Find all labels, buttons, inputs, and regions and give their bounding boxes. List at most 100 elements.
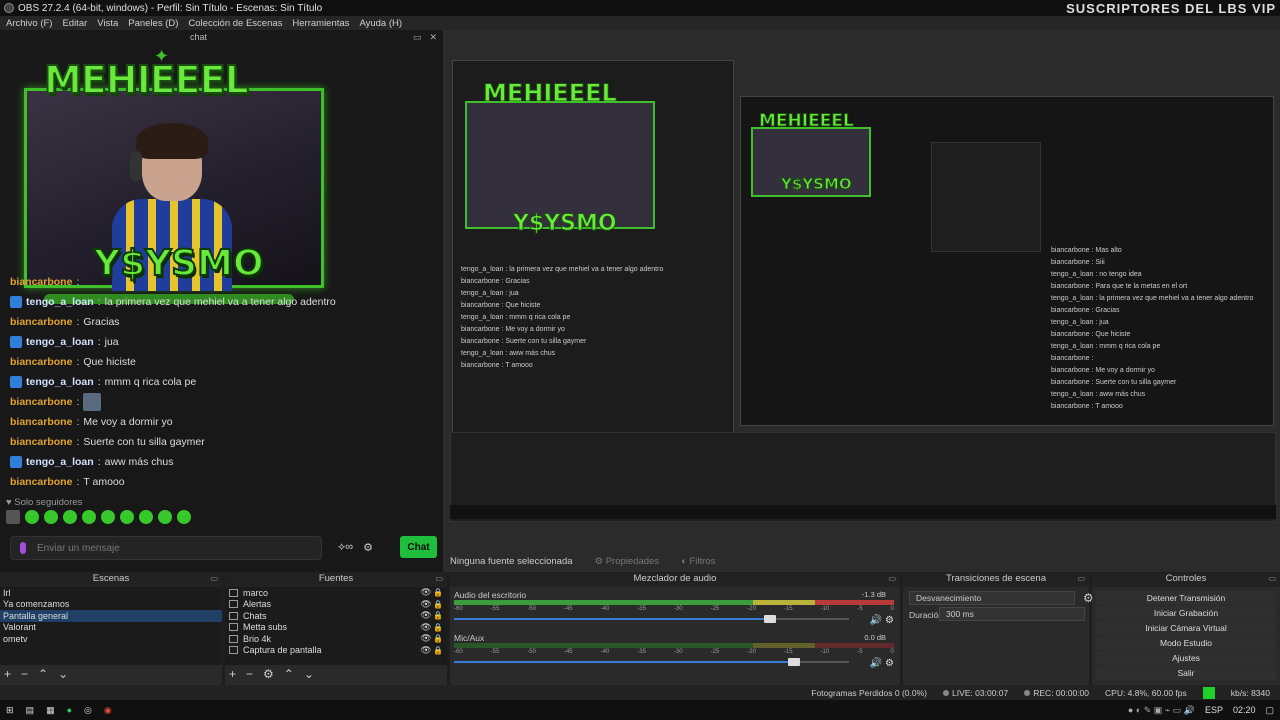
menu-view[interactable]: Vista bbox=[97, 18, 118, 29]
emote-icon[interactable] bbox=[25, 510, 39, 524]
visibility-icon[interactable]: 👁 bbox=[419, 599, 433, 610]
scene-item[interactable]: Ya comenzamos bbox=[0, 599, 222, 611]
menu-docks[interactable]: Paneles (D) bbox=[128, 18, 178, 29]
add-scene-button[interactable]: + bbox=[4, 667, 11, 681]
source-item[interactable]: marco 👁 🔒 bbox=[225, 587, 447, 599]
obs-app-icon bbox=[4, 3, 14, 13]
volume-slider[interactable] bbox=[454, 658, 849, 666]
chat-send-button[interactable]: Chat bbox=[400, 536, 437, 558]
menu-file[interactable]: Archivo (F) bbox=[6, 18, 52, 29]
lock-icon[interactable]: 🔒 bbox=[433, 588, 443, 597]
calendar-icon[interactable]: ▦ bbox=[46, 705, 55, 716]
source-item[interactable]: Metta subs 👁 🔒 bbox=[225, 622, 447, 634]
source-settings-button[interactable]: ⚙ bbox=[263, 667, 274, 681]
start-icon[interactable]: ⊞ bbox=[6, 705, 14, 716]
settings-icon[interactable]: ⚙ bbox=[885, 615, 894, 626]
sources-list: marco 👁 🔒 Alertas 👁 🔒 Chats 👁 🔒 Metta subs 👁 🔒 B… bbox=[225, 587, 447, 665]
menu-help[interactable]: Ayuda (H) bbox=[359, 18, 402, 29]
emote-icon[interactable] bbox=[120, 510, 134, 524]
remove-scene-button[interactable]: − bbox=[21, 667, 28, 681]
bitrate: kb/s: 8340 bbox=[1230, 687, 1270, 698]
lock-icon[interactable]: 🔒 bbox=[433, 600, 443, 609]
transition-select[interactable]: Desvanecimiento bbox=[909, 591, 1075, 605]
chat-tools: ⟡∞ ⚙ bbox=[338, 541, 373, 554]
settings-button[interactable]: Ajustes bbox=[1096, 651, 1276, 665]
notification-icon[interactable]: ▢ bbox=[1265, 705, 1274, 716]
scene-item[interactable]: Valorant bbox=[0, 622, 222, 634]
close-icon[interactable]: ✕ bbox=[429, 32, 437, 43]
emote-row[interactable] bbox=[6, 510, 191, 524]
lock-icon[interactable]: 🔒 bbox=[433, 646, 443, 655]
filters-button[interactable]: ◐ Filtros bbox=[681, 556, 715, 567]
menu-scene-collection[interactable]: Colección de Escenas bbox=[188, 18, 282, 29]
followers-only-label: ♥ Solo seguidores bbox=[6, 497, 83, 508]
spotify-icon[interactable]: ● bbox=[67, 705, 72, 715]
speaker-icon[interactable]: 🔊 bbox=[870, 658, 882, 669]
points-icon[interactable]: ⟡∞ bbox=[338, 541, 353, 554]
remove-source-button[interactable]: − bbox=[246, 667, 253, 681]
studio-mode-button[interactable]: Modo Estudio bbox=[1096, 636, 1276, 650]
tray-icons[interactable]: ● ◐ ✎ ▣ ⌁ ▭ 🔊 bbox=[1128, 705, 1195, 716]
float-icon[interactable]: ▭ bbox=[413, 32, 422, 43]
source-item[interactable]: Brio 4k 👁 🔒 bbox=[225, 633, 447, 645]
emote-icon[interactable] bbox=[139, 510, 153, 524]
settings-icon[interactable]: ⚙ bbox=[363, 541, 373, 554]
move-down-button[interactable]: ⌄ bbox=[304, 667, 314, 681]
leaf-icon: ✦ bbox=[154, 46, 170, 66]
visibility-icon[interactable]: 👁 bbox=[419, 587, 433, 598]
emote-icon[interactable] bbox=[101, 510, 115, 524]
clock[interactable]: 02:20 bbox=[1233, 705, 1256, 715]
properties-button[interactable]: ⚙ Propiedades bbox=[595, 556, 660, 567]
emote-icon[interactable] bbox=[44, 510, 58, 524]
language-indicator[interactable]: ESP bbox=[1205, 705, 1223, 715]
visibility-icon[interactable]: 👁 bbox=[419, 645, 433, 656]
exit-button[interactable]: Salir bbox=[1096, 666, 1276, 680]
scene-item[interactable]: Pantalla general bbox=[0, 610, 222, 622]
source-item[interactable]: Chats 👁 🔒 bbox=[225, 610, 447, 622]
settings-icon[interactable]: ⚙ bbox=[885, 658, 894, 669]
menu-edit[interactable]: Editar bbox=[62, 18, 87, 29]
scenes-toolbar: + − ⌃ ⌄ bbox=[4, 667, 68, 681]
deep-plate: Y$YSMO bbox=[781, 175, 853, 194]
source-item[interactable]: Captura de pantalla 👁 🔒 bbox=[225, 645, 447, 657]
move-up-button[interactable]: ⌃ bbox=[284, 667, 294, 681]
duration-label: Duración bbox=[909, 610, 944, 620]
mic-icon[interactable] bbox=[20, 542, 26, 554]
start-recording-button[interactable]: Iniciar Grabación bbox=[1096, 606, 1276, 620]
mixer-channel-desktop: Audio del escritorio -1.3 dB -60 -55 -50 -4… bbox=[454, 590, 894, 626]
visibility-icon[interactable]: 👁 bbox=[419, 610, 433, 621]
chat-input[interactable]: Enviar un mensaje bbox=[10, 536, 322, 560]
source-item[interactable]: Alertas 👁 🔒 bbox=[225, 599, 447, 611]
add-source-button[interactable]: + bbox=[229, 667, 236, 681]
image-thumbnail[interactable] bbox=[83, 393, 102, 411]
start-virtual-camera-button[interactable]: Iniciar Cámara Virtual bbox=[1096, 621, 1276, 635]
folder-icon[interactable]: ▤ bbox=[26, 705, 35, 716]
scene-item[interactable]: Irl bbox=[0, 587, 222, 599]
emote-icon[interactable] bbox=[158, 510, 172, 524]
lock-icon[interactable]: 🔒 bbox=[433, 634, 443, 643]
scenes-list: Irl Ya comenzamos Pantalla general Valor… bbox=[0, 587, 222, 665]
lock-icon[interactable]: 🔒 bbox=[433, 611, 443, 620]
emote-icon[interactable] bbox=[82, 510, 96, 524]
duration-input[interactable]: 300 ms bbox=[939, 607, 1085, 621]
dock-pin-icon: ▭ bbox=[1268, 574, 1276, 583]
obs-icon[interactable]: ◎ bbox=[84, 705, 92, 716]
emote-icon[interactable] bbox=[177, 510, 191, 524]
camera-icon bbox=[229, 634, 238, 643]
browser-icon bbox=[229, 600, 238, 609]
visibility-icon[interactable]: 👁 bbox=[419, 622, 433, 633]
emote-icon[interactable] bbox=[63, 510, 77, 524]
visibility-icon[interactable]: 👁 bbox=[419, 633, 433, 644]
move-down-button[interactable]: ⌄ bbox=[58, 667, 68, 681]
volume-slider[interactable] bbox=[454, 615, 849, 623]
dropped-frames: Fotogramas Perdidos 0 (0.0%) bbox=[811, 687, 927, 698]
speaker-icon[interactable]: 🔊 bbox=[870, 615, 882, 626]
move-up-button[interactable]: ⌃ bbox=[38, 667, 48, 681]
stop-streaming-button[interactable]: Detener Transmisión bbox=[1096, 591, 1276, 605]
controls-dock: Controles ▭ Detener Transmisión Iniciar G… bbox=[1092, 573, 1280, 685]
avatar[interactable] bbox=[6, 510, 20, 524]
lock-icon[interactable]: 🔒 bbox=[433, 623, 443, 632]
scene-item[interactable]: ometv bbox=[0, 633, 222, 645]
menu-tools[interactable]: Herramientas bbox=[292, 18, 349, 29]
chrome-icon[interactable]: ◉ bbox=[104, 705, 112, 716]
